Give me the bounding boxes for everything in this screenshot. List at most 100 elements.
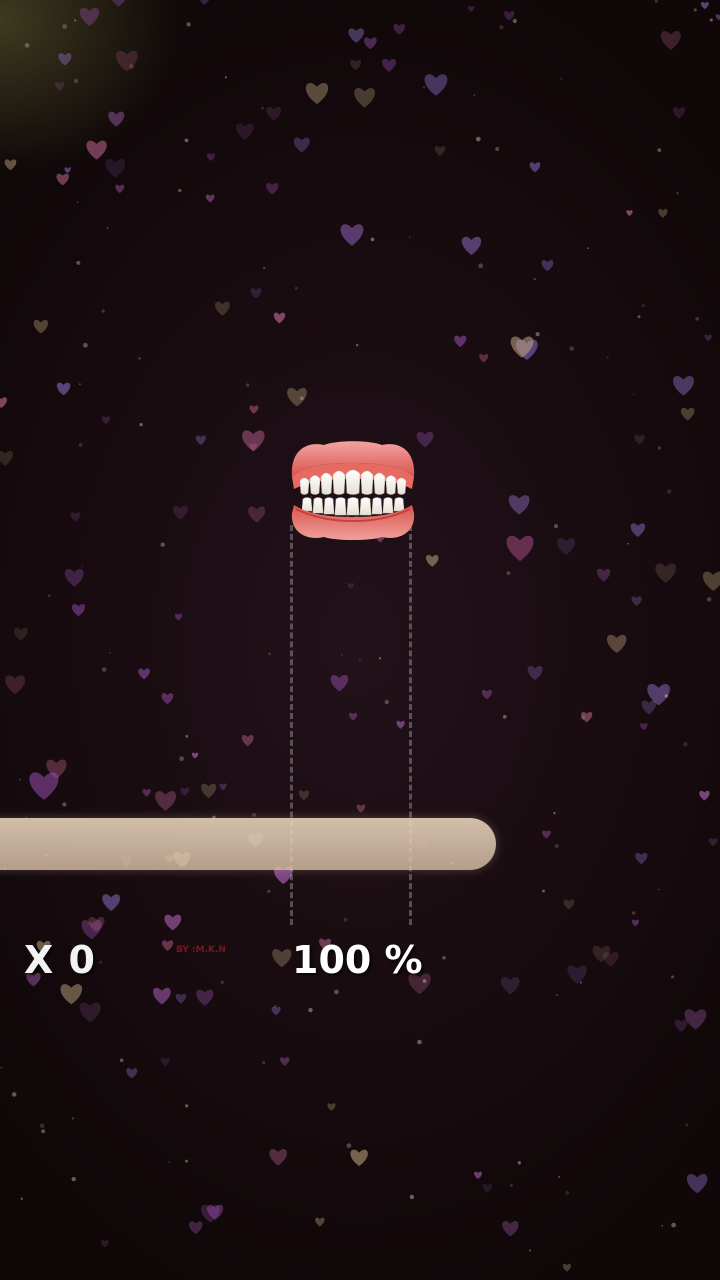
heart-particle	[315, 1217, 325, 1227]
heart-particle	[55, 81, 65, 91]
sparkle-particle	[542, 889, 545, 893]
sparkle-particle	[587, 247, 589, 250]
false-teeth-icon[interactable]	[286, 437, 420, 543]
sparkle-particle	[358, 658, 361, 661]
sparkle-particle	[535, 332, 540, 337]
sparkle-particle	[661, 1224, 664, 1227]
heart-particle	[64, 569, 84, 587]
sparkle-particle	[657, 148, 662, 153]
sparkle-particle	[0, 1066, 3, 1069]
game-stage[interactable]: X 0 BY :M.K.N 100 %	[0, 0, 720, 1280]
sparkle-particle	[417, 1039, 422, 1045]
sparkle-particle	[478, 263, 484, 269]
sparkle-particle	[273, 1005, 277, 1009]
sparkle-particle	[62, 802, 67, 807]
heart-particle	[356, 804, 366, 813]
sparkle-particle	[24, 43, 30, 48]
heart-particle	[467, 5, 475, 13]
heart-particle	[482, 1183, 493, 1193]
sparkle-particle	[685, 1123, 689, 1127]
sparkle-particle	[356, 344, 359, 347]
sparkle-particle	[78, 443, 83, 447]
sparkle-particle	[62, 24, 67, 29]
heart-particle	[71, 603, 86, 617]
sparkle-particle	[553, 524, 559, 529]
heart-particle	[508, 495, 530, 515]
sparkle-particle	[99, 960, 102, 964]
heart-particle	[64, 167, 71, 174]
sparkle-particle	[560, 77, 563, 80]
heart-particle	[631, 919, 639, 927]
heart-particle	[542, 830, 551, 839]
heart-particle	[672, 107, 686, 119]
heart-particle	[350, 1149, 368, 1167]
heart-particle	[596, 568, 611, 582]
sparkle-particle	[220, 980, 224, 985]
heart-particle	[273, 312, 286, 324]
heart-particle	[191, 752, 199, 759]
heart-particle	[33, 319, 49, 334]
sparkle-particle	[533, 278, 536, 281]
heart-particle	[5, 675, 26, 695]
heart-particle	[29, 772, 59, 800]
heart-particle	[235, 123, 254, 141]
sparkle-particle	[569, 346, 574, 351]
sparkle-particle	[580, 715, 586, 720]
heart-particle	[354, 87, 376, 108]
sparkle-particle	[48, 594, 51, 597]
heart-particle	[655, 563, 676, 583]
heart-particle	[4, 159, 17, 171]
heart-particle	[126, 1068, 138, 1079]
heart-particle	[205, 194, 215, 203]
sparkle-particle	[185, 1104, 189, 1108]
heart-particle	[630, 523, 646, 537]
sparkle-particle	[19, 778, 22, 781]
heart-particle	[86, 140, 107, 160]
heart-particle	[161, 940, 174, 951]
heart-particle	[557, 538, 575, 555]
heart-particle	[206, 153, 216, 162]
sparkle-particle	[384, 699, 389, 705]
sparkle-particle	[693, 8, 697, 12]
heart-particle	[161, 693, 174, 705]
heart-particle	[686, 1173, 708, 1194]
heart-particle	[426, 555, 439, 567]
sparkle-particle	[20, 1197, 23, 1201]
heart-particle	[527, 665, 543, 680]
heart-particle	[287, 387, 307, 407]
sparkle-particle	[706, 597, 712, 602]
sparkle-particle	[579, 981, 583, 984]
heart-particle	[504, 10, 515, 21]
heart-particle	[674, 1019, 688, 1032]
heart-particle	[266, 182, 279, 195]
sparkle-particle	[139, 423, 143, 427]
heart-particle	[305, 83, 329, 105]
sparkle-particle	[179, 756, 185, 762]
sparkle-particle	[160, 542, 165, 547]
sparkle-particle	[641, 304, 645, 308]
sparkle-particle	[473, 94, 476, 96]
sparkle-particle	[185, 1159, 188, 1163]
heart-particle	[201, 783, 217, 799]
heart-particle	[658, 209, 668, 218]
sparkle-particle	[664, 694, 668, 698]
heart-particle	[704, 334, 712, 342]
sparkle-particle	[129, 64, 134, 69]
heart-particle	[280, 1057, 290, 1066]
heart-particle	[272, 949, 292, 968]
heart-particle	[349, 712, 358, 721]
heart-particle	[249, 405, 259, 414]
sparkle-particle	[422, 979, 427, 983]
heart-particle	[680, 407, 695, 421]
sparkle-particle	[378, 657, 382, 660]
heart-particle	[188, 1221, 203, 1235]
heart-particle	[563, 899, 575, 910]
heart-particle	[502, 1221, 519, 1237]
sparkle-particle	[263, 266, 266, 270]
heart-particle	[541, 260, 554, 272]
heart-particle	[708, 838, 718, 847]
heart-particle	[461, 236, 482, 255]
heart-particle	[199, 0, 210, 5]
sparkle-particle	[607, 356, 609, 359]
sparkle-particle	[79, 383, 81, 386]
